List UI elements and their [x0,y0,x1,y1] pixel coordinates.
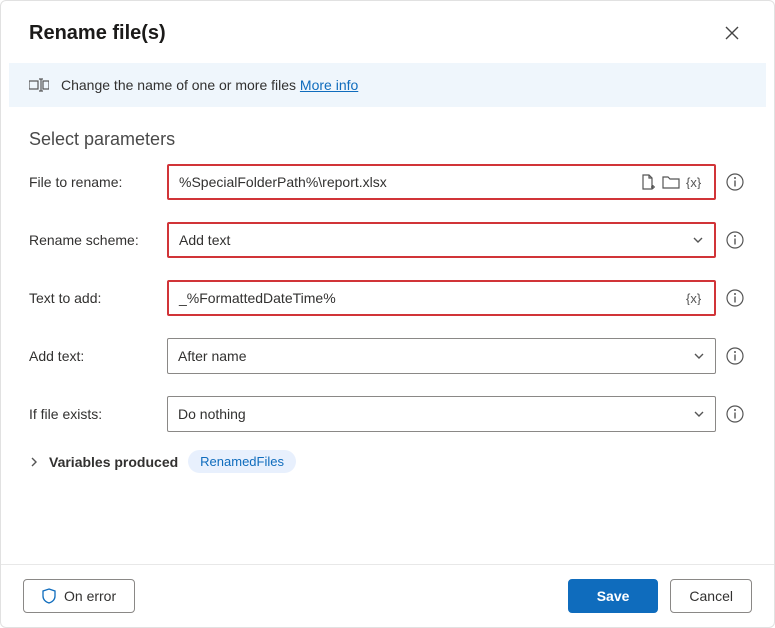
close-button[interactable] [718,19,746,47]
label-rename-scheme: Rename scheme: [29,232,159,248]
chevron-down-icon [692,234,704,246]
add-text-select[interactable]: After name [167,338,716,374]
help-icon-add-text[interactable] [724,345,746,367]
row-file-to-rename: File to rename: %SpecialFolderPath%\repo… [29,164,746,200]
label-if-file-exists: If file exists: [29,406,159,422]
chevron-down-icon [693,408,705,420]
more-info-link[interactable]: More info [300,77,358,93]
close-icon [725,26,739,40]
chevron-down-icon [693,350,705,362]
file-to-rename-input[interactable]: %SpecialFolderPath%\report.xlsx {x} [167,164,716,200]
section-title: Select parameters [1,107,774,158]
rename-scheme-select[interactable]: Add text [167,222,716,258]
help-icon-text-to-add[interactable] [724,287,746,309]
row-text-to-add: Text to add: _%FormattedDateTime% {x} [29,280,746,316]
row-if-file-exists: If file exists: Do nothing [29,396,746,432]
info-bar: Change the name of one or more files Mor… [9,63,766,107]
text-to-add-value: _%FormattedDateTime% [179,290,686,306]
help-icon-file-to-rename[interactable] [724,171,746,193]
dialog-header: Rename file(s) [1,1,774,59]
save-label: Save [597,588,630,604]
select-file-icon[interactable] [640,174,656,190]
file-to-rename-value: %SpecialFolderPath%\report.xlsx [179,174,640,190]
variable-badge[interactable]: RenamedFiles [188,450,296,473]
cancel-button[interactable]: Cancel [670,579,752,613]
info-text: Change the name of one or more files Mor… [61,77,358,93]
svg-text:{x}: {x} [686,175,702,189]
rename-scheme-value: Add text [179,232,692,248]
add-text-value: After name [178,348,693,364]
rename-files-dialog: Rename file(s) Change the name of one or… [0,0,775,628]
help-icon-if-file-exists[interactable] [724,403,746,425]
variable-picker-icon[interactable]: {x} [686,291,704,305]
chevron-right-icon [29,456,39,468]
row-add-text: Add text: After name [29,338,746,374]
cancel-label: Cancel [689,588,733,604]
info-description: Change the name of one or more files [61,77,300,93]
if-file-exists-value: Do nothing [178,406,693,422]
on-error-label: On error [64,588,116,604]
shield-icon [42,588,56,604]
label-file-to-rename: File to rename: [29,174,159,190]
svg-text:{x}: {x} [686,291,702,305]
variables-produced-label: Variables produced [49,454,178,470]
dialog-title: Rename file(s) [29,22,166,45]
label-add-text: Add text: [29,348,159,364]
text-to-add-input[interactable]: _%FormattedDateTime% {x} [167,280,716,316]
browse-folder-icon[interactable] [662,175,680,189]
row-rename-scheme: Rename scheme: Add text [29,222,746,258]
variables-produced-row[interactable]: Variables produced RenamedFiles [1,438,774,473]
if-file-exists-select[interactable]: Do nothing [167,396,716,432]
label-text-to-add: Text to add: [29,290,159,306]
on-error-button[interactable]: On error [23,579,135,613]
variable-picker-icon[interactable]: {x} [686,175,704,189]
save-button[interactable]: Save [568,579,659,613]
rename-icon [29,77,49,93]
dialog-footer: On error Save Cancel [1,564,774,627]
parameters: File to rename: %SpecialFolderPath%\repo… [1,158,774,432]
help-icon-rename-scheme[interactable] [724,229,746,251]
